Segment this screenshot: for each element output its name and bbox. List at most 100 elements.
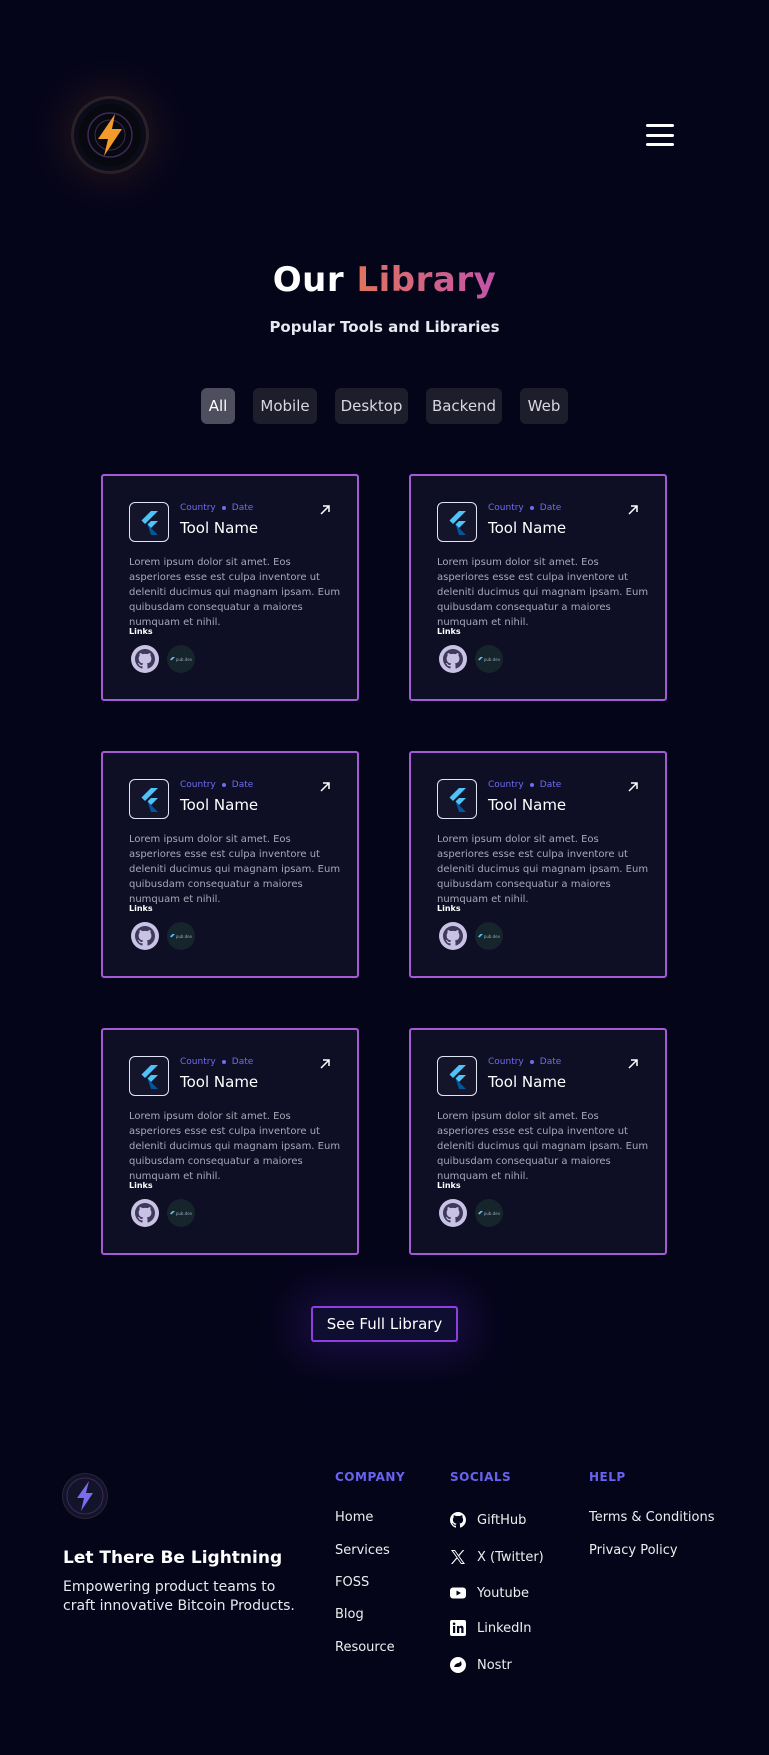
page-title: Our Library (0, 260, 769, 300)
pubdev-link-icon[interactable]: pub.dev (167, 1199, 195, 1227)
footer-description: Empowering product teams to craft innova… (63, 1579, 295, 1614)
pubdev-label: pub.dev (175, 933, 193, 939)
card-meta: Country Date (180, 780, 253, 790)
footer-company-heading: COMPANY (335, 1470, 406, 1484)
footer-link-resource[interactable]: Resource (335, 1640, 395, 1655)
social-link-github[interactable]: GiftHub (450, 1512, 526, 1528)
card-meta: Country Date (180, 503, 253, 513)
nostr-icon (450, 1657, 466, 1673)
card-description: Lorem ipsum dolor sit amet. Eos asperior… (437, 834, 649, 905)
filter-web[interactable]: Web (520, 388, 568, 424)
card-date: Date (539, 1057, 562, 1067)
pubdev-link-icon[interactable]: pub.dev (167, 645, 195, 673)
pubdev-label: pub.dev (483, 933, 501, 939)
external-link-arrow-icon[interactable] (627, 504, 639, 516)
card-links-label: Links (437, 1181, 461, 1190)
tool-card[interactable]: Country Date Tool Name Lorem ipsum dolor … (409, 1028, 667, 1255)
card-links-label: Links (129, 1181, 153, 1190)
pubdev-link-icon[interactable]: pub.dev (167, 922, 195, 950)
flutter-icon (129, 1056, 169, 1096)
social-link-x[interactable]: X (Twitter) (450, 1549, 544, 1565)
card-meta: Country Date (488, 503, 561, 513)
card-country: Country (180, 1057, 216, 1067)
card-country: Country (488, 503, 524, 513)
footer-link-blog[interactable]: Blog (335, 1607, 364, 1622)
card-description: Lorem ipsum dolor sit amet. Eos asperior… (437, 557, 649, 628)
hamburger-menu-icon[interactable] (646, 124, 674, 146)
meta-separator-dot (529, 1060, 534, 1064)
tool-card[interactable]: Country Date Tool Name Lorem ipsum dolor … (101, 1028, 359, 1255)
flutter-icon (437, 779, 477, 819)
youtube-icon (450, 1587, 466, 1599)
social-link-linkedin[interactable]: LinkedIn (450, 1620, 531, 1636)
filter-mobile[interactable]: Mobile (253, 388, 317, 424)
meta-separator-dot (221, 1060, 226, 1064)
card-links-label: Links (437, 904, 461, 913)
card-links-label: Links (129, 904, 153, 913)
filter-backend[interactable]: Backend (426, 388, 502, 424)
filter-all[interactable]: All (201, 388, 235, 424)
site-logo[interactable] (74, 99, 146, 171)
github-link-icon[interactable] (131, 922, 159, 950)
social-label: LinkedIn (477, 1620, 532, 1636)
card-country: Country (488, 1057, 524, 1067)
lightning-logo-icon (79, 104, 141, 166)
external-link-arrow-icon[interactable] (319, 504, 331, 516)
external-link-arrow-icon[interactable] (627, 781, 639, 793)
footer-link-terms[interactable]: Terms & Conditions (589, 1510, 715, 1525)
social-label: Youtube (477, 1585, 529, 1601)
card-tool-name: Tool Name (180, 796, 259, 814)
footer-link-home[interactable]: Home (335, 1510, 373, 1525)
social-link-nostr[interactable]: Nostr (450, 1657, 512, 1673)
tool-card[interactable]: Country Date Tool Name Lorem ipsum dolor … (101, 474, 359, 701)
title-part-1: Our (272, 260, 345, 300)
tool-card[interactable]: Country Date Tool Name Lorem ipsum dolor … (409, 751, 667, 978)
card-tool-name: Tool Name (488, 1073, 567, 1091)
filter-desktop[interactable]: Desktop (335, 388, 408, 424)
meta-separator-dot (221, 783, 226, 787)
github-link-icon[interactable] (439, 645, 467, 673)
card-country: Country (180, 503, 216, 513)
github-link-icon[interactable] (131, 645, 159, 673)
footer-tagline: Let There Be Lightning (63, 1548, 283, 1568)
pubdev-label: pub.dev (175, 1210, 193, 1216)
card-description: Lorem ipsum dolor sit amet. Eos asperior… (129, 557, 341, 628)
github-link-icon[interactable] (131, 1199, 159, 1227)
card-links-label: Links (129, 627, 153, 636)
card-date: Date (231, 780, 254, 790)
footer-socials-heading: SOCIALS (450, 1470, 512, 1484)
see-full-library-button[interactable]: See Full Library (311, 1306, 458, 1342)
filter-tabs: All Mobile Desktop Backend Web (0, 388, 769, 424)
external-link-arrow-icon[interactable] (319, 1058, 331, 1070)
footer-logo-icon[interactable] (63, 1474, 107, 1518)
title-part-2: Library (356, 260, 497, 300)
footer-help-heading: HELP (589, 1470, 626, 1484)
social-label: GiftHub (477, 1512, 527, 1528)
card-date: Date (231, 1057, 254, 1067)
github-link-icon[interactable] (439, 1199, 467, 1227)
card-tool-name: Tool Name (488, 519, 567, 537)
tool-card[interactable]: Country Date Tool Name Lorem ipsum dolor … (101, 751, 359, 978)
linkedin-icon (450, 1620, 466, 1636)
footer-link-services[interactable]: Services (335, 1543, 390, 1558)
external-link-arrow-icon[interactable] (627, 1058, 639, 1070)
social-link-youtube[interactable]: Youtube (450, 1585, 529, 1601)
card-tool-name: Tool Name (180, 519, 259, 537)
card-tool-name: Tool Name (180, 1073, 259, 1091)
card-description: Lorem ipsum dolor sit amet. Eos asperior… (437, 1111, 649, 1182)
github-link-icon[interactable] (439, 922, 467, 950)
footer-link-foss[interactable]: FOSS (335, 1575, 369, 1590)
meta-separator-dot (529, 506, 534, 510)
flutter-icon (437, 1056, 477, 1096)
card-tool-name: Tool Name (488, 796, 567, 814)
external-link-arrow-icon[interactable] (319, 781, 331, 793)
pubdev-link-icon[interactable]: pub.dev (475, 645, 503, 673)
tool-card[interactable]: Country Date Tool Name Lorem ipsum dolor … (409, 474, 667, 701)
flutter-icon (437, 502, 477, 542)
footer-link-privacy[interactable]: Privacy Policy (589, 1543, 678, 1558)
github-icon (450, 1512, 466, 1528)
pubdev-link-icon[interactable]: pub.dev (475, 922, 503, 950)
pubdev-link-icon[interactable]: pub.dev (475, 1199, 503, 1227)
flutter-icon (129, 779, 169, 819)
social-label: Nostr (477, 1657, 512, 1673)
